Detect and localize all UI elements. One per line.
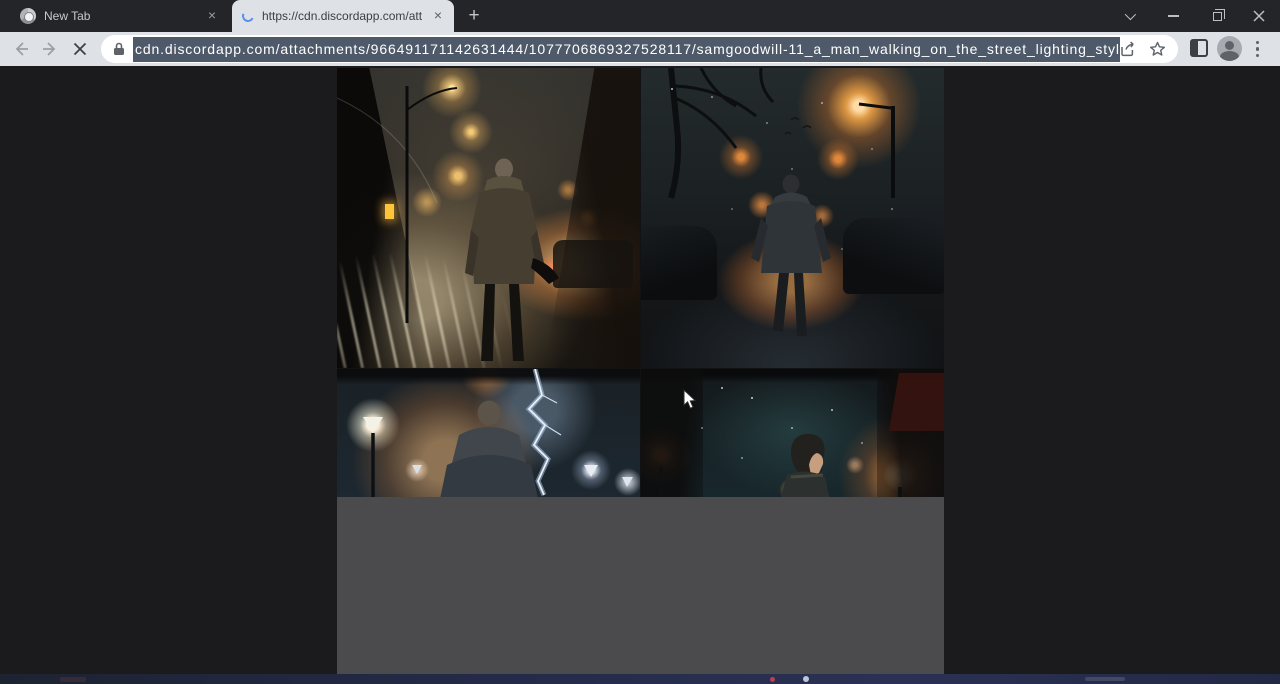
walking-man-figure <box>641 68 944 368</box>
taskbar-tray-smudge <box>1085 677 1125 681</box>
tab-close-icon[interactable]: × <box>430 8 446 24</box>
tab-new-tab[interactable]: New Tab × <box>10 0 228 32</box>
share-icon[interactable] <box>1120 41 1137 57</box>
profile-avatar[interactable] <box>1217 36 1242 61</box>
forward-button[interactable] <box>38 37 62 61</box>
stop-x-icon <box>73 42 87 56</box>
chrome-logo-icon <box>20 8 36 24</box>
window-close-button[interactable] <box>1242 0 1276 32</box>
windows-taskbar-edge[interactable] <box>0 674 1280 684</box>
tab-discord-cdn[interactable]: https://cdn.discordapp.com/atta × <box>232 0 454 32</box>
browser-toolbar: cdn.discordapp.com/attachments/966491171… <box>0 32 1280 66</box>
tab-search-chevron-icon[interactable] <box>1112 0 1146 32</box>
page-content <box>0 66 1280 674</box>
close-icon <box>1253 10 1265 22</box>
street-and-figure <box>337 68 640 368</box>
taskbar-smudge <box>60 677 86 682</box>
tab-strip: New Tab × https://cdn.discordapp.com/att… <box>0 0 1280 32</box>
image-panel-top-left <box>337 68 640 368</box>
menu-kebab-icon[interactable] <box>1256 41 1260 57</box>
mouse-cursor <box>683 389 697 410</box>
attachment-image[interactable] <box>337 68 944 674</box>
tab-title: New Tab <box>44 9 196 23</box>
tab-close-icon[interactable]: × <box>204 8 220 24</box>
tab-loading-spinner-icon <box>240 8 255 23</box>
image-panel-top-right <box>641 68 944 368</box>
url-field[interactable]: cdn.discordapp.com/attachments/966491171… <box>133 35 1120 63</box>
lock-icon <box>113 42 125 56</box>
lamps-and-lightning <box>337 369 640 504</box>
side-panel-button[interactable] <box>1190 39 1208 57</box>
taskbar-icon-dot <box>803 676 809 682</box>
image-loading-placeholder <box>337 497 944 674</box>
taskbar-icon-dot <box>770 677 775 682</box>
forward-arrow-icon <box>42 41 58 57</box>
back-button[interactable] <box>9 37 33 61</box>
window-restore-button[interactable] <box>1200 0 1234 32</box>
stop-loading-button[interactable] <box>68 37 92 61</box>
selected-url-text: cdn.discordapp.com/attachments/966491171… <box>133 37 1120 62</box>
address-bar[interactable]: cdn.discordapp.com/attachments/966491171… <box>101 35 1178 63</box>
back-arrow-icon <box>13 41 29 57</box>
bookmark-star-icon[interactable] <box>1149 41 1166 57</box>
window-minimize-button[interactable] <box>1156 0 1190 32</box>
new-tab-button[interactable]: + <box>463 6 485 28</box>
tab-title: https://cdn.discordapp.com/atta <box>262 9 422 23</box>
